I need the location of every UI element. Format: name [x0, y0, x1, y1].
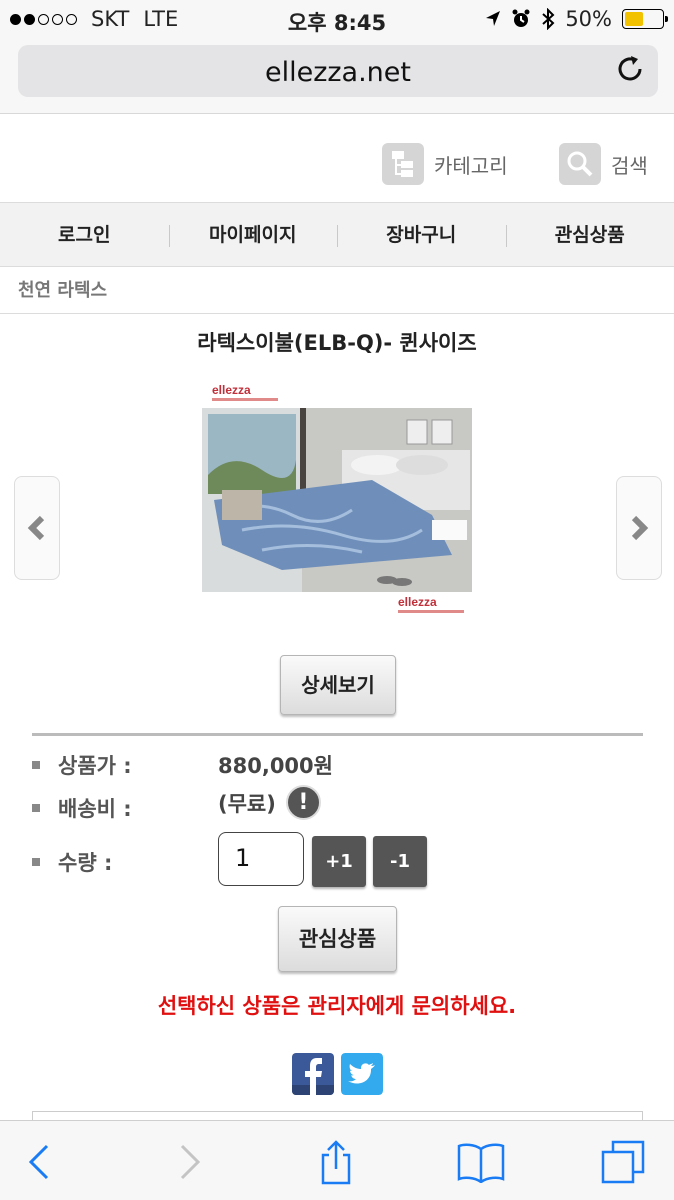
shipping-value: (무료) — [218, 791, 276, 816]
price-label: 상품가 : — [58, 754, 132, 778]
brand-logo-top: ellezza — [212, 383, 251, 397]
share-icon — [321, 1140, 351, 1185]
bullet — [32, 761, 40, 769]
price-row: 상품가 : 880,000원 — [32, 750, 333, 780]
forward-button[interactable] — [165, 1139, 215, 1185]
chevron-right-icon — [631, 515, 649, 541]
nav-mypage[interactable]: 마이페이지 — [168, 203, 338, 266]
nav-wishlist[interactable]: 관심상품 — [505, 203, 674, 266]
browser-toolbar — [0, 1120, 674, 1200]
nav-login[interactable]: 로그인 — [0, 203, 169, 266]
forward-icon — [180, 1144, 201, 1180]
category-icon — [382, 143, 424, 185]
quantity-label: 수량 : — [58, 851, 113, 875]
detail-view-button[interactable]: 상세보기 — [280, 655, 396, 715]
facebook-icon[interactable] — [292, 1053, 334, 1095]
url-text[interactable]: ellezza.net — [18, 57, 658, 88]
next-image-button[interactable] — [616, 476, 662, 580]
nav-cart[interactable]: 장바구니 — [337, 203, 506, 266]
product-title: 라텍스이불(ELB-Q)- 퀸사이즈 — [197, 331, 477, 355]
main-nav: 로그인 마이페이지 장바구니 관심상품 — [0, 202, 674, 267]
search-button[interactable]: 검색 — [559, 143, 648, 185]
reload-icon[interactable] — [614, 53, 646, 85]
brand-logo-bottom: ellezza — [398, 595, 437, 609]
quantity-row: 수량 : — [32, 847, 112, 877]
back-button[interactable] — [14, 1139, 64, 1185]
shipping-row: 배송비 : (무료) ! — [32, 785, 321, 823]
prev-image-button[interactable] — [14, 476, 60, 580]
quantity-input[interactable]: 1 — [218, 832, 304, 886]
location-icon — [486, 11, 501, 26]
chevron-left-icon — [27, 515, 45, 541]
bookmarks-button[interactable] — [456, 1139, 506, 1185]
share-button[interactable] — [311, 1139, 361, 1185]
back-icon — [28, 1144, 49, 1180]
quantity-minus-button[interactable]: -1 — [373, 836, 427, 887]
notice-message: 선택하신 상품은 관리자에게 문의하세요. — [157, 994, 517, 1018]
breadcrumb[interactable]: 천연 라텍스 — [0, 267, 674, 314]
battery-percent: 50% — [565, 7, 612, 31]
browser-address-area: ellezza.net — [0, 38, 674, 114]
search-label: 검색 — [611, 153, 648, 178]
twitter-icon[interactable] — [341, 1053, 383, 1095]
info-icon[interactable]: ! — [285, 785, 321, 820]
shipping-label: 배송비 : — [58, 797, 132, 821]
bullet — [32, 804, 40, 812]
bluetooth-icon — [542, 8, 555, 30]
quantity-plus-button[interactable]: +1 — [312, 836, 366, 887]
add-to-wishlist-button[interactable]: 관심상품 — [278, 906, 397, 972]
divider — [32, 733, 643, 736]
status-bar: SKT LTE 오후 8:45 50% — [0, 0, 674, 38]
tabs-button[interactable] — [598, 1139, 648, 1185]
category-button[interactable]: 카테고리 — [382, 143, 508, 185]
tabs-icon — [601, 1140, 645, 1184]
price-value: 880,000원 — [218, 754, 333, 778]
alarm-icon — [512, 9, 530, 27]
bullet — [32, 858, 40, 866]
top-tools: 카테고리 검색 — [0, 115, 674, 202]
search-icon — [559, 143, 601, 185]
address-bar[interactable]: ellezza.net — [18, 45, 658, 97]
bookmarks-icon — [457, 1143, 505, 1183]
category-label: 카테고리 — [434, 153, 508, 178]
battery-icon — [622, 9, 668, 29]
product-image[interactable]: ellezza ellezza — [202, 380, 474, 635]
